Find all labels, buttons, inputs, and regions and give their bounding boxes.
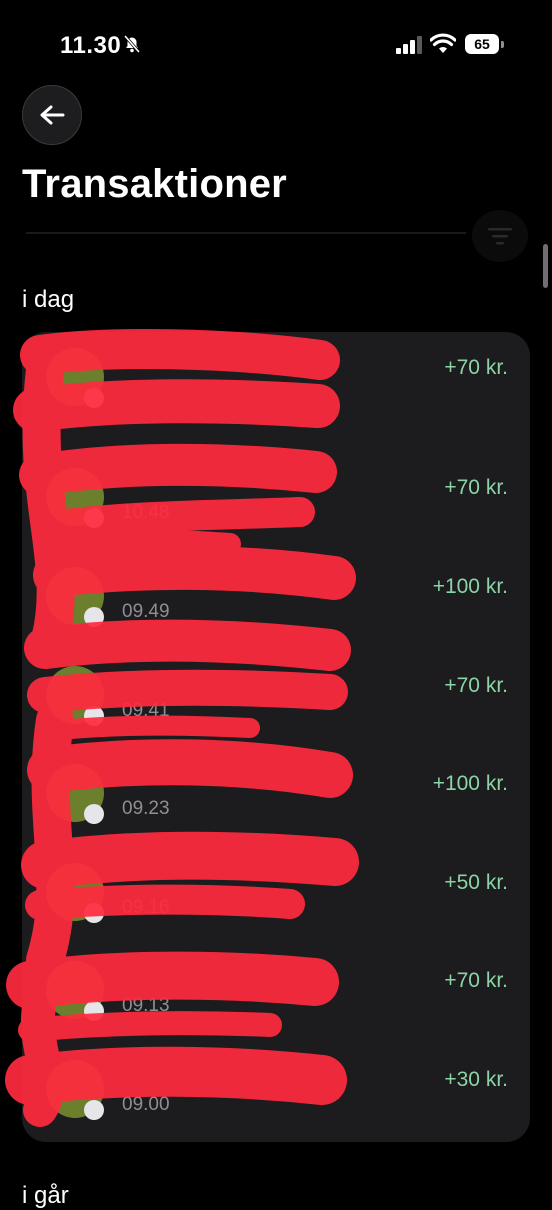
transaction-row[interactable]: 09.13 +70 kr.	[22, 945, 530, 1043]
transaction-amount: +70 kr.	[444, 969, 508, 992]
back-button[interactable]	[22, 85, 82, 145]
avatar-badge-icon	[84, 508, 104, 528]
status-time: 11.30	[60, 32, 122, 59]
transaction-row[interactable]: +70 kr.	[22, 332, 530, 430]
transaction-row[interactable]: 09.00 +30 kr.	[22, 1044, 530, 1142]
transaction-time: 09.23	[122, 798, 170, 819]
transaction-amount: +30 kr.	[444, 1068, 508, 1091]
avatar-badge-icon	[84, 804, 104, 824]
status-bar: 11.30 65	[0, 0, 552, 90]
filter-button[interactable]	[472, 210, 528, 262]
transaction-amount: +70 kr.	[444, 476, 508, 499]
scrollbar[interactable]	[543, 244, 548, 288]
avatar-badge-icon	[84, 706, 104, 726]
avatar-badge-icon	[84, 1100, 104, 1120]
battery-icon: 65	[465, 34, 505, 56]
transaction-row[interactable]: 09.49 +100 kr.	[22, 551, 530, 649]
transaction-time: 09.00	[122, 1094, 170, 1115]
transaction-row[interactable]: 09.16 +50 kr.	[22, 847, 530, 945]
wifi-icon	[430, 33, 456, 53]
transaction-time: 09.16	[122, 897, 170, 918]
transaction-amount: +50 kr.	[444, 871, 508, 894]
section-label-yesterday: i går	[22, 1182, 69, 1209]
page-title: Transaktioner	[22, 162, 287, 206]
avatar-badge-icon	[84, 903, 104, 923]
transaction-amount: +70 kr.	[444, 674, 508, 697]
transaction-amount: +100 kr.	[432, 772, 508, 795]
transaction-time: 09.41	[122, 700, 170, 721]
transaction-amount: +100 kr.	[432, 575, 508, 598]
avatar-badge-icon	[84, 388, 104, 408]
transaction-row[interactable]: 09.41 +70 kr.	[22, 650, 530, 748]
transaction-row[interactable]: 10.48 +70 kr.	[22, 452, 530, 550]
transaction-row[interactable]: 09.23 +100 kr.	[22, 748, 530, 846]
transaction-time: 10.48	[122, 502, 170, 523]
avatar-badge-icon	[84, 1001, 104, 1021]
transaction-time: 09.13	[122, 995, 170, 1016]
arrow-left-icon	[40, 105, 65, 125]
battery-level: 65	[465, 34, 499, 54]
transaction-time: 09.49	[122, 601, 170, 622]
bell-off-icon	[123, 35, 141, 53]
signal-icon	[396, 36, 422, 54]
transactions-card: +70 kr. 10.48 +70 kr. 09.49 +100 kr. 09.…	[22, 332, 530, 1142]
section-label-today: i dag	[22, 286, 75, 313]
transaction-amount: +70 kr.	[444, 356, 508, 379]
avatar-badge-icon	[84, 607, 104, 627]
search-field-outline[interactable]	[26, 232, 466, 234]
filter-icon	[488, 228, 512, 245]
